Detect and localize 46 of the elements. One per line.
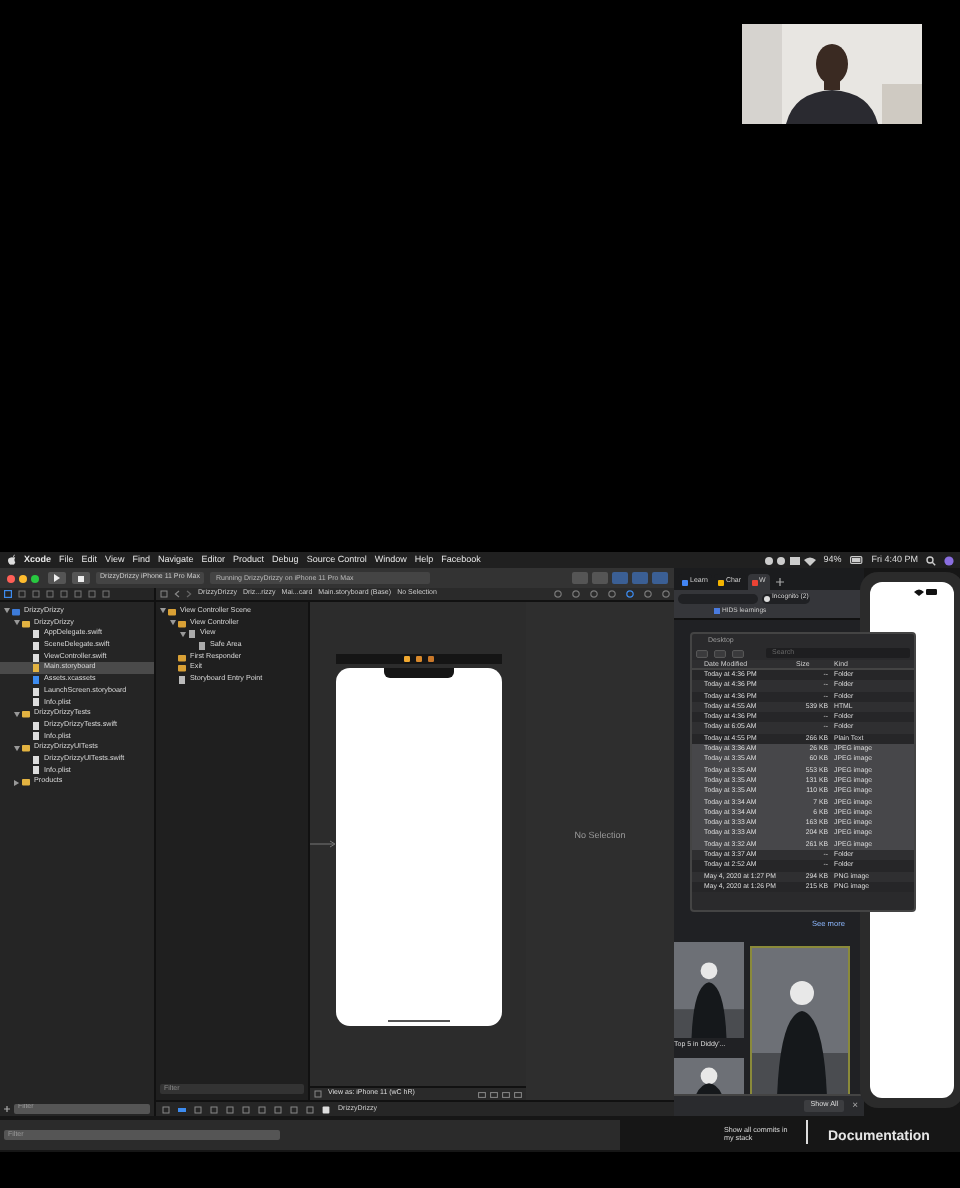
stop-icon (78, 575, 84, 581)
back-icon[interactable] (174, 590, 180, 598)
disclosure-icon[interactable] (14, 779, 20, 786)
apple-logo-icon[interactable] (6, 554, 16, 566)
disclosure-icon[interactable] (14, 745, 20, 752)
project-icon (12, 607, 20, 616)
stop-button[interactable] (72, 572, 90, 584)
folder-icon (22, 778, 30, 787)
entry-icon (178, 675, 186, 684)
inspector-toggle[interactable] (652, 572, 668, 584)
siri-icon[interactable] (944, 555, 954, 565)
disclosure-icon[interactable] (4, 608, 10, 615)
incognito-icon (764, 595, 770, 601)
favicon-icon (717, 579, 724, 585)
add-icon[interactable] (4, 1105, 10, 1111)
status-icons-drawing (914, 588, 938, 596)
forward-icon[interactable] (186, 590, 192, 598)
disclosure-icon[interactable] (14, 620, 20, 627)
status-icons-drawing (763, 555, 816, 565)
disclosure-icon[interactable] (14, 711, 20, 718)
home-indicator (387, 1020, 449, 1022)
play-icon (54, 574, 60, 582)
entry-point-arrow-icon (310, 840, 338, 848)
new-tab-icon[interactable] (775, 578, 784, 586)
search-icon[interactable] (926, 555, 936, 565)
window-controls-icon[interactable] (6, 573, 42, 583)
run-button[interactable] (48, 572, 66, 584)
storyboard-icon (32, 664, 40, 673)
disclosure-icon[interactable] (170, 620, 176, 627)
battery-icon (849, 556, 864, 564)
grid-icon[interactable] (160, 590, 168, 598)
assets-icon (32, 675, 40, 684)
folder-icon (22, 710, 30, 719)
favicon-icon (751, 579, 758, 585)
favicon-icon (682, 579, 688, 585)
disclosure-icon[interactable] (180, 631, 186, 638)
disclosure-icon[interactable] (160, 608, 166, 615)
notch (383, 668, 453, 678)
app-icon (322, 1105, 330, 1113)
navigator-toggle[interactable] (612, 572, 628, 584)
breakpoints-icon[interactable] (178, 1105, 186, 1113)
folder-icon (22, 744, 30, 753)
folder-icon (22, 619, 30, 628)
outline-toggle-icon[interactable] (314, 1090, 322, 1098)
bookmark-icon (714, 608, 720, 615)
debug-toggle[interactable] (632, 572, 648, 584)
